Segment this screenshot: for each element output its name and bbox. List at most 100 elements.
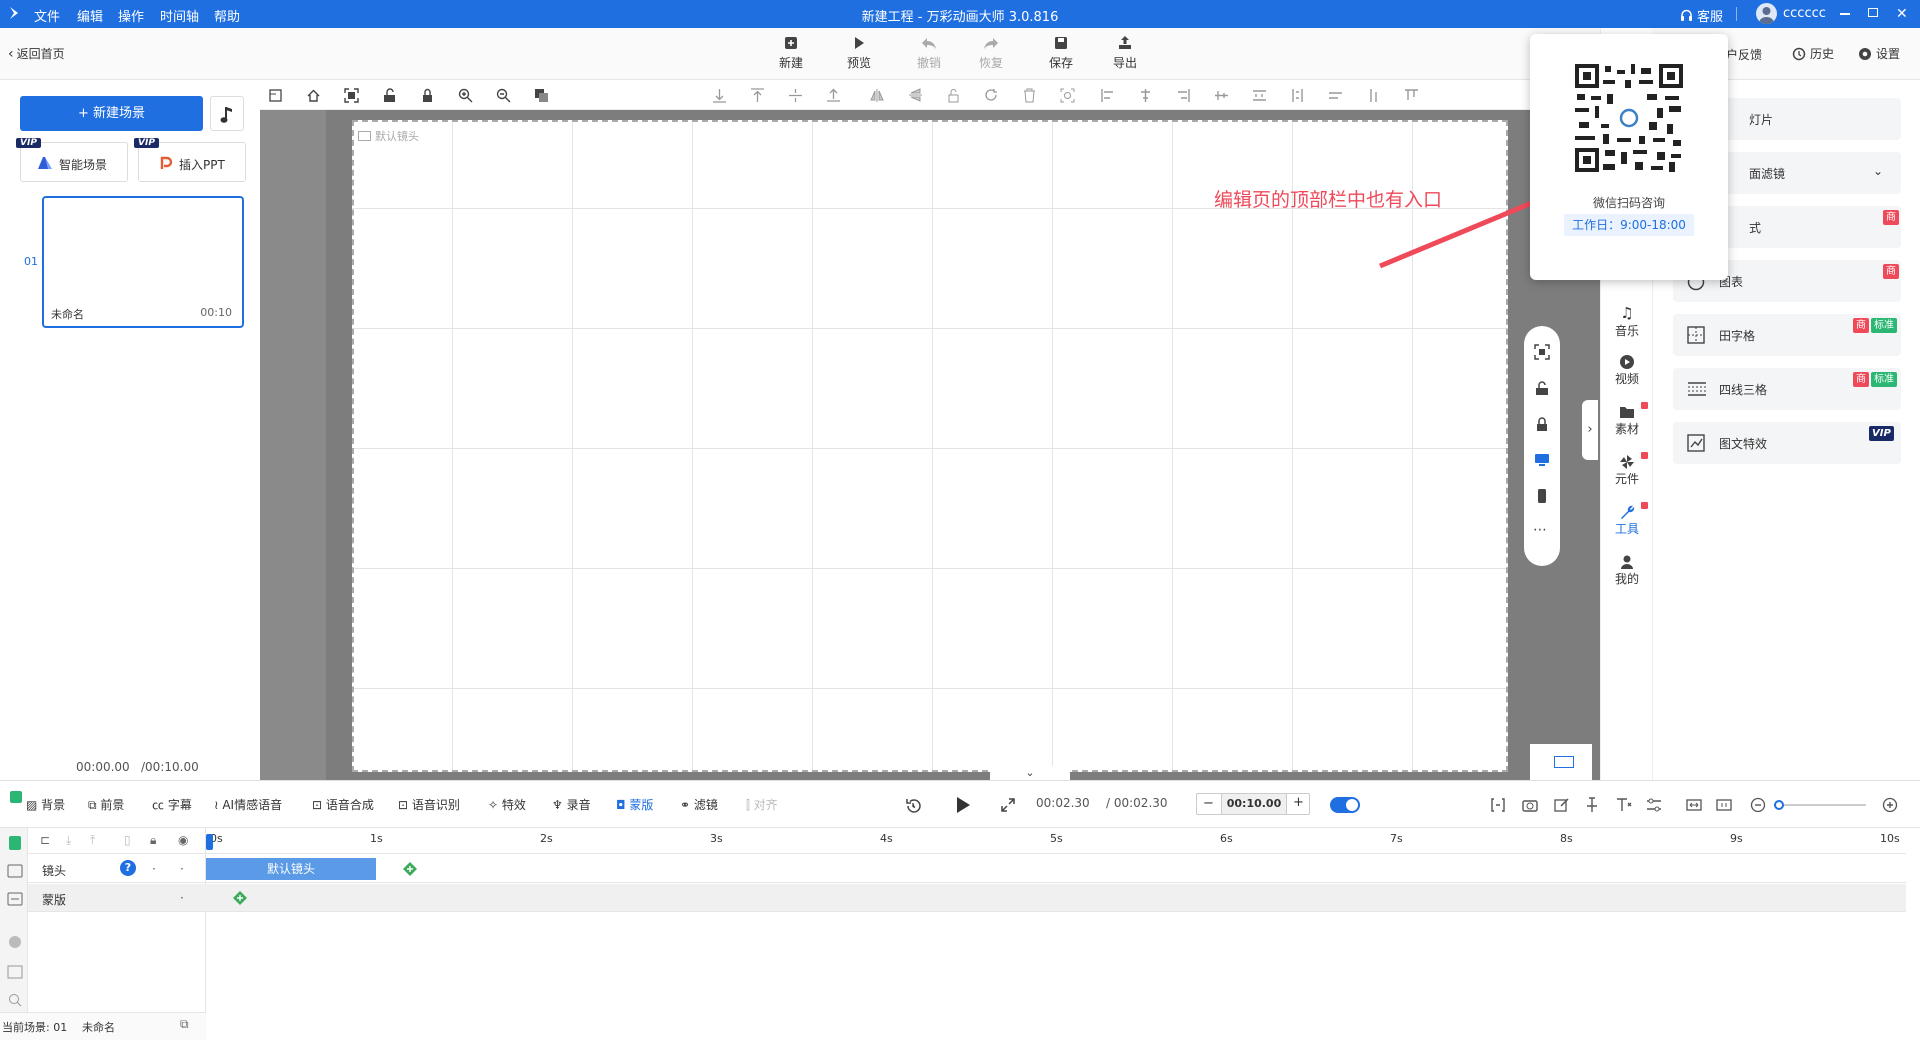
tab-asr[interactable]: ⊡ 语音识别	[398, 796, 460, 813]
insert-ppt-button[interactable]: VIP 插入PPT	[134, 138, 246, 182]
zoom-slider[interactable]	[1774, 800, 1866, 810]
time-ruler[interactable]: 0s 1s 2s 3s 4s 5s 6s 7s 8s 9s 10s	[206, 828, 1906, 854]
save-button[interactable]: 保存	[1038, 34, 1084, 71]
fit-width-icon[interactable]	[1686, 797, 1702, 813]
scene-thumbnail[interactable]: 未命名 00:10	[42, 196, 244, 328]
tab-foreground[interactable]: ⧉ 前景	[88, 796, 124, 813]
preview-button[interactable]: 预览	[836, 34, 882, 71]
align-top-icon[interactable]	[750, 88, 765, 103]
lock-icon[interactable]: 🔒︎	[150, 833, 156, 848]
align-vcenter-icon[interactable]	[788, 88, 803, 103]
camera-clip[interactable]: 默认镜头	[206, 858, 376, 880]
copy-icon[interactable]: ⧉	[180, 1017, 189, 1032]
distribute-icon[interactable]	[826, 88, 841, 103]
history-button[interactable]: 历史	[1792, 45, 1834, 62]
search-icon[interactable]	[7, 992, 23, 1008]
mobile-icon[interactable]	[1534, 488, 1550, 504]
lock-icon[interactable]	[1534, 416, 1550, 432]
nav-assets[interactable]: 素材	[1601, 402, 1653, 437]
fit-screen-icon[interactable]	[1534, 344, 1550, 360]
duration-value[interactable]: 00:10.00	[1221, 794, 1287, 814]
unlock-icon[interactable]	[382, 88, 397, 103]
tool-card-tianzige[interactable]: 田字格 商 标准	[1673, 314, 1901, 356]
space-h-icon[interactable]	[1252, 88, 1267, 103]
flip-h-icon[interactable]	[870, 88, 885, 103]
minimize-icon[interactable]	[1840, 13, 1850, 15]
smart-scene-button[interactable]: VIP 智能场景	[16, 138, 128, 182]
trash-icon[interactable]: ▯	[124, 833, 131, 847]
pin-icon[interactable]	[1584, 797, 1600, 813]
tab-subtitle[interactable]: ㏄ 字幕	[152, 796, 192, 813]
zoom-in-icon[interactable]	[1882, 797, 1898, 813]
timeline-tracks[interactable]: 0s 1s 2s 3s 4s 5s 6s 7s 8s 9s 10s 默认镜头	[206, 828, 1906, 1040]
new-scene-button[interactable]: + 新建场景	[20, 96, 203, 131]
playhead[interactable]	[206, 834, 213, 850]
new-button[interactable]: 新建	[768, 34, 814, 71]
align-left-icon[interactable]	[1100, 88, 1115, 103]
nav-tools[interactable]: 工具	[1601, 502, 1653, 537]
decrease-button[interactable]: −	[1203, 796, 1214, 811]
help-icon[interactable]: ?	[120, 860, 136, 876]
align-bottom-icon[interactable]	[712, 88, 727, 103]
space-v-icon[interactable]	[1290, 88, 1305, 103]
layer-add-icon[interactable]	[9, 836, 21, 850]
nav-mine[interactable]: 我的	[1601, 554, 1653, 587]
move-up-icon[interactable]: ⤒	[90, 833, 95, 848]
increase-button[interactable]: +	[1293, 795, 1304, 810]
delete-icon[interactable]	[1022, 88, 1037, 103]
align-middle-icon[interactable]	[1214, 88, 1229, 103]
scene-music-button[interactable]	[210, 96, 244, 131]
tab-ai-voice[interactable]: ≀ AI情感语音	[214, 796, 282, 813]
play-icon[interactable]	[954, 795, 972, 815]
home-icon[interactable]	[306, 88, 321, 103]
nav-components[interactable]: 元件	[1601, 452, 1653, 487]
tab-mask[interactable]: ◘ 蒙版	[616, 796, 653, 813]
tool-card-text-effects[interactable]: 图文特效 VIP	[1673, 422, 1901, 464]
settings-button[interactable]: 设置	[1858, 45, 1900, 62]
keyboard-icon[interactable]	[7, 864, 23, 878]
username[interactable]: cccccc	[1783, 6, 1826, 21]
zoom-out-icon[interactable]	[496, 88, 511, 103]
image-icon[interactable]	[7, 964, 23, 980]
camera-icon[interactable]	[1522, 797, 1538, 813]
keyframe-add-icon[interactable]	[232, 890, 248, 906]
redo-button[interactable]: 恢复	[968, 34, 1014, 71]
zoom-out-icon[interactable]	[1750, 797, 1766, 813]
flip-v-icon[interactable]	[908, 88, 923, 103]
nav-video[interactable]: 视频	[1601, 354, 1653, 387]
tool-card-four-lines[interactable]: 四线三格 商 标准	[1673, 368, 1901, 410]
nav-music[interactable]: ♫ 音乐	[1601, 304, 1653, 339]
screen-ratio-widget[interactable]	[1530, 744, 1592, 780]
tab-filter[interactable]: ⚭ 滤镜	[680, 796, 718, 813]
track-camera[interactable]: 镜头 ? · ·	[28, 855, 206, 883]
unlock-icon[interactable]	[1534, 380, 1550, 396]
text-filter-icon[interactable]	[1616, 797, 1632, 813]
keyframe-add-icon[interactable]	[402, 861, 418, 877]
lock-icon[interactable]	[420, 88, 435, 103]
restore-icon[interactable]	[1868, 8, 1878, 17]
rotate-icon[interactable]	[984, 88, 999, 103]
move-down-icon[interactable]: ⤓	[66, 833, 71, 848]
back-home-button[interactable]: ‹ 返回首页	[8, 45, 65, 62]
fit-screen-icon[interactable]	[344, 88, 359, 103]
tab-effects[interactable]: ✧ 特效	[488, 796, 526, 813]
group-icon[interactable]	[1060, 88, 1075, 103]
guide-icon[interactable]	[268, 88, 283, 103]
sliders-icon[interactable]	[1646, 797, 1662, 813]
new-folder-icon[interactable]: ⊏	[40, 833, 50, 847]
duration-stepper[interactable]: − 00:10.00 +	[1196, 793, 1310, 815]
export-button[interactable]: 导出	[1102, 34, 1148, 71]
zoom-slider-handle[interactable]	[1774, 800, 1784, 810]
align-hcenter-icon[interactable]	[1138, 88, 1153, 103]
undo-button[interactable]: 撤销	[906, 34, 952, 71]
tab-align[interactable]: ⫿ 对齐	[746, 796, 778, 813]
edit-icon[interactable]	[1554, 797, 1570, 813]
more-icon[interactable]: ⋯	[1533, 522, 1547, 538]
toggle-switch[interactable]	[1330, 797, 1360, 813]
collapse-panel-button[interactable]: ›	[1582, 400, 1598, 460]
tab-tts[interactable]: ⊡ 语音合成	[312, 796, 374, 813]
layers-icon[interactable]	[534, 88, 549, 103]
ratio-icon[interactable]	[1716, 797, 1732, 813]
bracket-icon[interactable]	[1490, 797, 1506, 813]
collapse-timeline-button[interactable]: ⌄	[990, 766, 1070, 780]
